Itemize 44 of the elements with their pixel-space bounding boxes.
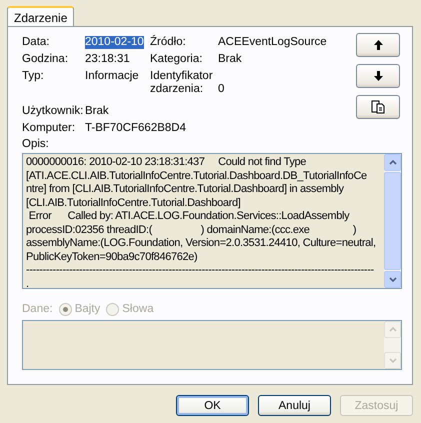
description-line: [CLI.AIB.TutorialInfoCentre.Tutorial.Dashboard] bbox=[26, 196, 242, 210]
field-value: 23:18:31 bbox=[85, 53, 130, 66]
field-value: 0 bbox=[218, 83, 224, 96]
field-value: Informacje bbox=[85, 70, 139, 83]
dialog-button[interactable]: Anuluj bbox=[258, 395, 331, 416]
description-line: --------------------------------------------------------------------------------------------------------- bbox=[26, 264, 375, 278]
data-label: Dane: bbox=[22, 303, 53, 315]
description-line: assemblyName:(LOG.Foundation, Version=2.0.3531.24410, Culture=neutral, bbox=[26, 237, 377, 250]
field-label: Data: bbox=[22, 36, 50, 49]
dialog-button[interactable]: OK bbox=[176, 395, 249, 416]
scrollbar[interactable] bbox=[384, 154, 401, 288]
scroll-down-icon[interactable] bbox=[388, 277, 396, 282]
field-label: Identyfikator zdarzenia: bbox=[150, 70, 214, 96]
field-value: Brak bbox=[85, 105, 109, 118]
description-label: Opis: bbox=[22, 138, 49, 151]
scroll-up-icon[interactable] bbox=[388, 160, 396, 165]
down-arrow-icon bbox=[374, 71, 382, 81]
tab[interactable]: Zdarzenie bbox=[7, 6, 74, 26]
field-label: Typ: bbox=[22, 70, 45, 83]
field-label: Kategoria: bbox=[150, 53, 204, 66]
description-line: PublicKeyToken=90ba9c70f846762e) bbox=[26, 250, 198, 264]
radio-label: Słowa bbox=[122, 303, 154, 315]
description-line: 0000000016: 2010-02-10 23:18:31:437 Could not find Type bbox=[26, 156, 308, 170]
radio-label: Bajty bbox=[74, 303, 100, 315]
previous-button[interactable] bbox=[356, 33, 400, 57]
up-arrow-icon bbox=[374, 40, 382, 50]
field-label: Źródło: bbox=[150, 36, 187, 49]
description-line: processID:02356 threadID:( ) domainName:(ccc.exe ) bbox=[26, 224, 358, 237]
field-label: Użytkownik: bbox=[22, 105, 84, 118]
field-value: T-BF70CF662B8D4 bbox=[85, 122, 186, 135]
field-label: Godzina: bbox=[22, 53, 70, 66]
data-box[interactable] bbox=[22, 320, 402, 370]
description-line: [ATI.ACE.CLI.AIB.TutorialInfoCentre.Tutorial.Dashboard.DB_TutorialInfoCe bbox=[26, 170, 368, 183]
description-box[interactable] bbox=[22, 153, 402, 289]
field-value: 2010-02-10 bbox=[85, 36, 144, 49]
next-button[interactable] bbox=[356, 64, 400, 88]
field-value: Brak bbox=[218, 53, 242, 66]
description-line: ntre] from [CLI.AIB.TutorialInfoCentre.Tutorial.Dashboard] in assembly bbox=[26, 183, 345, 196]
field-value: ACEEventLogSource bbox=[218, 36, 327, 49]
copy-button[interactable] bbox=[356, 95, 400, 119]
description-line: . bbox=[26, 278, 30, 288]
field-label: Komputer: bbox=[22, 122, 76, 135]
description-line: Error Called by: ATI.ACE.LOG.Foundation.Services::LoadAssembly bbox=[28, 210, 350, 224]
copy-icon bbox=[371, 100, 385, 114]
